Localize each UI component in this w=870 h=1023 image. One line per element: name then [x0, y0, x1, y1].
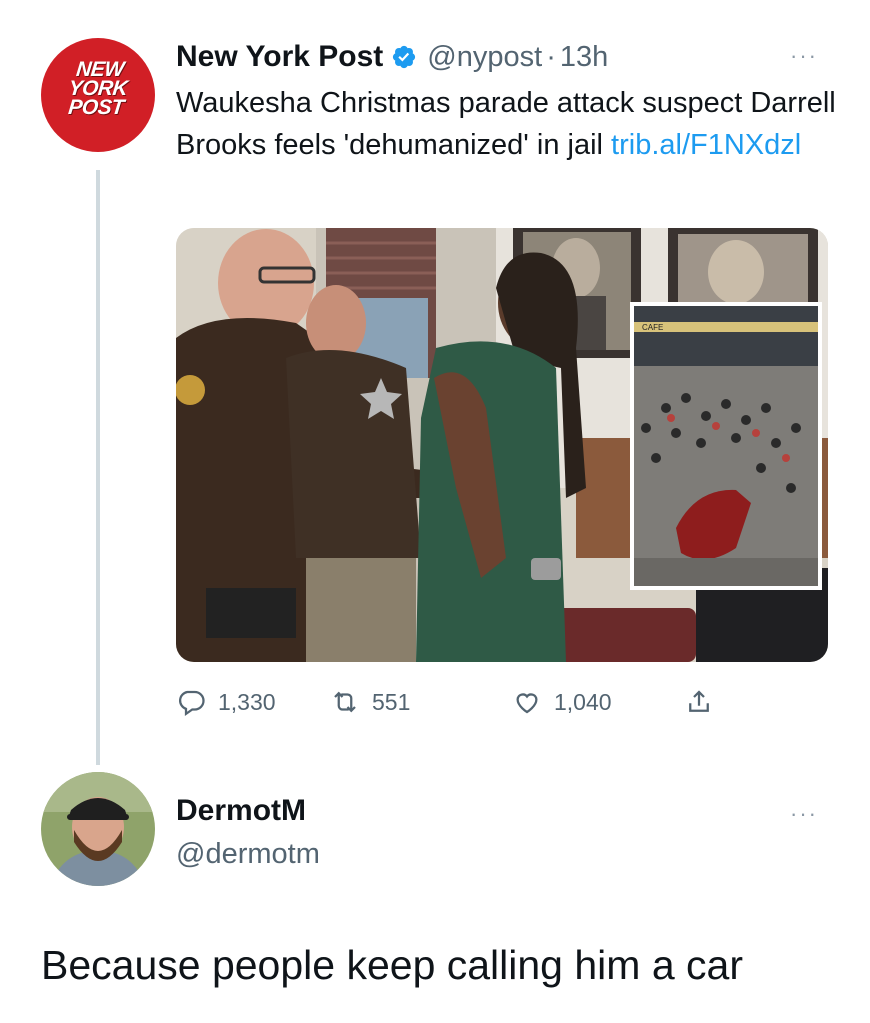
reply-more-icon[interactable]: ···	[790, 803, 818, 825]
share-icon	[689, 690, 709, 712]
reply-handle[interactable]: @dermotm	[176, 838, 320, 871]
dermotm-avatar[interactable]	[41, 772, 155, 886]
tweet-media-photo[interactable]: CAFE	[176, 228, 828, 662]
courtroom-photo: CAFE	[176, 228, 828, 662]
retweet-action[interactable]: 551	[330, 680, 410, 724]
like-count: 1,040	[554, 688, 612, 715]
inset-sign-text: CAFE	[642, 323, 663, 332]
verified-badge-icon	[393, 45, 416, 69]
author-display-name[interactable]: New York Post	[176, 40, 383, 74]
like-action[interactable]: 1,040	[512, 680, 612, 724]
reply-display-name[interactable]: DermotM	[176, 794, 306, 828]
reply-count: 1,330	[218, 688, 276, 715]
reply-icon	[179, 690, 205, 717]
tweet-timestamp[interactable]: 13h	[560, 41, 608, 74]
tweet-link[interactable]: trib.al/F1NXdzl	[611, 129, 801, 161]
tweet-actions: 1,330 551 1,040	[176, 680, 776, 724]
retweet-icon	[334, 691, 356, 713]
reply-action[interactable]: 1,330	[176, 680, 276, 724]
thread-connector-line	[96, 170, 100, 765]
like-icon	[516, 693, 538, 714]
reply-text: Because people keep calling him a car	[41, 942, 743, 988]
author-handle[interactable]: @nypost	[427, 41, 542, 74]
tweet-text: Waukesha Christmas parade attack suspect…	[176, 82, 836, 166]
retweet-count: 551	[372, 688, 411, 715]
avatar-photo	[41, 772, 155, 886]
header-separator: ·	[546, 40, 556, 73]
more-icon[interactable]: ···	[790, 45, 818, 67]
nypost-logo: NEW YORK POST	[67, 58, 129, 119]
share-action[interactable]	[684, 680, 714, 724]
inset-photo: CAFE	[630, 302, 822, 590]
nypost-avatar[interactable]: NEW YORK POST	[41, 38, 155, 152]
tweet-header: New York Post @nypost · 13h	[176, 38, 608, 76]
